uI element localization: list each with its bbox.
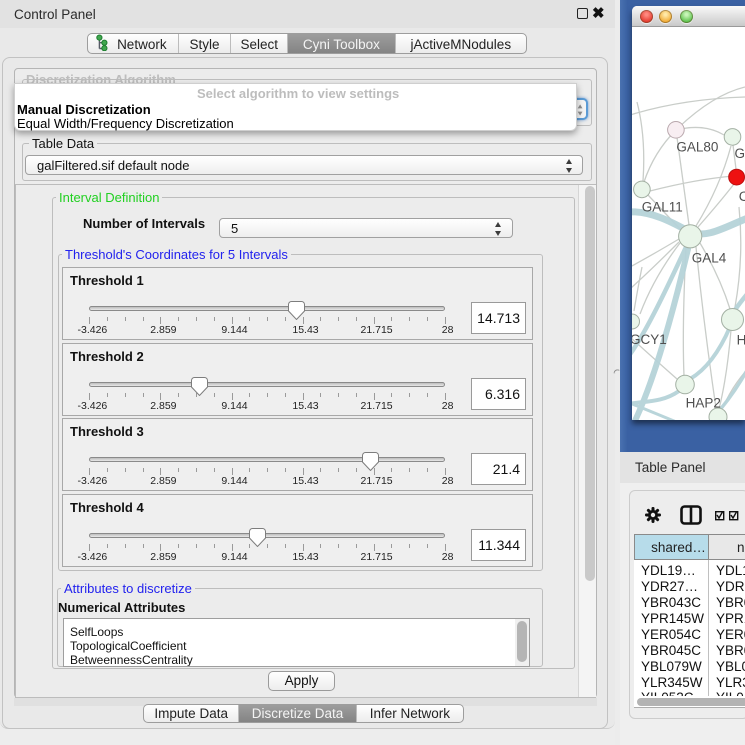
- svg-text:GAL80: GAL80: [676, 139, 718, 154]
- svg-text:H: H: [737, 332, 745, 347]
- svg-text:C: C: [739, 189, 745, 204]
- svg-text:HAP2: HAP2: [686, 396, 721, 411]
- svg-text:GAL11: GAL11: [642, 200, 683, 215]
- svg-text:GCY1: GCY1: [632, 332, 667, 347]
- svg-text:GAL4: GAL4: [692, 251, 727, 266]
- svg-text:GAL: GAL: [735, 146, 745, 161]
